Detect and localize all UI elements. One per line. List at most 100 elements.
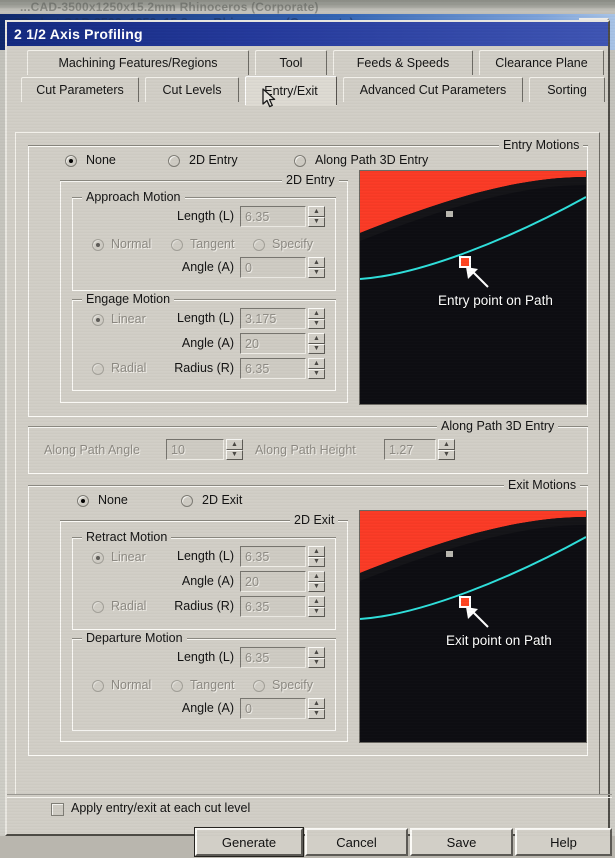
departure-normal-radio[interactable] [92, 680, 104, 692]
exit-mode-none-radio[interactable] [77, 495, 89, 507]
engage-length-input[interactable]: 3.175 [240, 308, 306, 329]
caret-down-icon: ▼ [231, 451, 238, 459]
retract-radius-spinner-up[interactable]: ▲ [308, 596, 325, 607]
dialog-titlebar: 2 1/2 Axis Profiling [7, 22, 608, 46]
retract-angle-spinner-down[interactable]: ▼ [308, 581, 325, 592]
exit-motions-group-label: Exit Motions [504, 478, 581, 492]
entry-mode-along-path-3d-label: Along Path 3D Entry [315, 153, 429, 167]
engage-linear-radio[interactable] [92, 314, 104, 326]
engage-length-spinner-up[interactable]: ▲ [308, 308, 325, 319]
retract-radius-spinner-down[interactable]: ▼ [308, 606, 325, 617]
departure-length-spinner[interactable]: ▲ ▼ [308, 647, 325, 668]
save-button[interactable]: Save [410, 828, 513, 856]
tab-clearance-plane[interactable]: Clearance Plane [479, 50, 604, 75]
retract-radius-label: Radius (R) [174, 599, 234, 613]
approach-motion-group-label: Approach Motion [82, 190, 185, 204]
retract-angle-spinner-up[interactable]: ▲ [308, 571, 325, 582]
departure-angle-spinner-down[interactable]: ▼ [308, 708, 325, 719]
approach-length-spinner-up[interactable]: ▲ [308, 206, 325, 217]
engage-radius-spinner-down[interactable]: ▼ [308, 368, 325, 379]
approach-length-spinner-down[interactable]: ▼ [308, 216, 325, 227]
engage-radius-spinner[interactable]: ▲ ▼ [308, 358, 325, 379]
approach-normal-radio[interactable] [92, 239, 104, 251]
engage-angle-spinner[interactable]: ▲ ▼ [308, 333, 325, 354]
along-path-height-spinner[interactable]: ▲ ▼ [438, 439, 455, 460]
departure-angle-input[interactable]: 0 [240, 698, 306, 719]
retract-length-input[interactable]: 6.35 [240, 546, 306, 567]
engage-radius-input[interactable]: 6.35 [240, 358, 306, 379]
departure-length-spinner-down[interactable]: ▼ [308, 657, 325, 668]
entry-mode-2d-entry-radio[interactable] [168, 155, 180, 167]
dialog-title: 2 1/2 Axis Profiling [14, 26, 143, 42]
retract-radial-radio[interactable] [92, 601, 104, 613]
help-button[interactable]: Help [515, 828, 612, 856]
apply-option-row: Apply entry/exit at each cut level [15, 800, 600, 822]
along-path-angle-input[interactable]: 10 [166, 439, 224, 460]
retract-length-spinner-up[interactable]: ▲ [308, 546, 325, 557]
departure-tangent-radio[interactable] [171, 680, 183, 692]
2d-entry-group-label: 2D Entry [282, 173, 339, 187]
along-path-angle-spinner[interactable]: ▲ ▼ [226, 439, 243, 460]
approach-specify-radio[interactable] [253, 239, 265, 251]
departure-normal-label: Normal [111, 678, 152, 692]
along-path-height-spinner-up[interactable]: ▲ [438, 439, 455, 450]
along-path-height-label: Along Path Height [255, 443, 356, 457]
engage-angle-input[interactable]: 20 [240, 333, 306, 354]
departure-angle-spinner[interactable]: ▲ ▼ [308, 698, 325, 719]
entry-mode-along-path-3d-radio[interactable] [294, 155, 306, 167]
tab-cut-parameters[interactable]: Cut Parameters [21, 77, 139, 102]
tab-tool[interactable]: Tool [255, 50, 327, 75]
engage-linear-label: Linear [111, 312, 146, 326]
generate-button[interactable]: Generate [194, 827, 304, 857]
departure-length-input[interactable]: 6.35 [240, 647, 306, 668]
retract-radius-spinner[interactable]: ▲ ▼ [308, 596, 325, 617]
engage-radial-radio[interactable] [92, 363, 104, 375]
retract-angle-spinner[interactable]: ▲ ▼ [308, 571, 325, 592]
caret-up-icon: ▲ [313, 547, 320, 555]
departure-angle-spinner-up[interactable]: ▲ [308, 698, 325, 709]
approach-angle-spinner-down[interactable]: ▼ [308, 267, 325, 278]
engage-angle-spinner-down[interactable]: ▼ [308, 343, 325, 354]
tab-sorting[interactable]: Sorting [529, 77, 605, 102]
approach-length-input[interactable]: 6.35 [240, 206, 306, 227]
engage-length-spinner-down[interactable]: ▼ [308, 318, 325, 329]
along-path-angle-spinner-up[interactable]: ▲ [226, 439, 243, 450]
retract-linear-radio[interactable] [92, 552, 104, 564]
tab-cut-levels[interactable]: Cut Levels [145, 77, 239, 102]
retract-angle-input[interactable]: 20 [240, 571, 306, 592]
retract-length-spinner-down[interactable]: ▼ [308, 556, 325, 567]
approach-angle-spinner[interactable]: ▲ ▼ [308, 257, 325, 278]
tab-entry-exit[interactable]: Entry/Exit [245, 76, 337, 105]
exit-mode-2d-exit-radio[interactable] [181, 495, 193, 507]
approach-angle-input[interactable]: 0 [240, 257, 306, 278]
engage-angle-spinner-up[interactable]: ▲ [308, 333, 325, 344]
approach-tangent-radio[interactable] [171, 239, 183, 251]
departure-length-label: Length (L) [177, 650, 234, 664]
tab-advanced-cut-parameters[interactable]: Advanced Cut Parameters [343, 77, 523, 102]
entry-preview-caption: Entry point on Path [438, 293, 553, 308]
along-path-height-spinner-down[interactable]: ▼ [438, 449, 455, 460]
caret-up-icon: ▲ [313, 597, 320, 605]
caret-up-icon: ▲ [313, 334, 320, 342]
tab-machining-features-regions[interactable]: Machining Features/Regions [27, 50, 249, 75]
engage-length-spinner[interactable]: ▲ ▼ [308, 308, 325, 329]
retract-length-spinner[interactable]: ▲ ▼ [308, 546, 325, 567]
along-path-height-input[interactable]: 1.27 [384, 439, 436, 460]
entry-mode-none-radio[interactable] [65, 155, 77, 167]
engage-radius-spinner-up[interactable]: ▲ [308, 358, 325, 369]
tab-feeds-speeds[interactable]: Feeds & Speeds [333, 50, 473, 75]
along-path-angle-spinner-down[interactable]: ▼ [226, 449, 243, 460]
along-path-angle-label: Along Path Angle [44, 443, 140, 457]
retract-radius-input[interactable]: 6.35 [240, 596, 306, 617]
approach-angle-spinner-up[interactable]: ▲ [308, 257, 325, 268]
caret-down-icon: ▼ [313, 269, 320, 277]
departure-specify-radio[interactable] [253, 680, 265, 692]
entry-motions-group-label: Entry Motions [499, 138, 584, 152]
caret-down-icon: ▼ [313, 608, 320, 616]
entry-exit-tab-page: Entry Motions None 2D Entry Along Path 3… [15, 132, 600, 795]
cancel-button[interactable]: Cancel [305, 828, 408, 856]
apply-entry-exit-checkbox[interactable] [51, 803, 64, 816]
approach-length-spinner[interactable]: ▲ ▼ [308, 206, 325, 227]
departure-length-spinner-up[interactable]: ▲ [308, 647, 325, 658]
mouse-cursor-icon [262, 88, 276, 108]
